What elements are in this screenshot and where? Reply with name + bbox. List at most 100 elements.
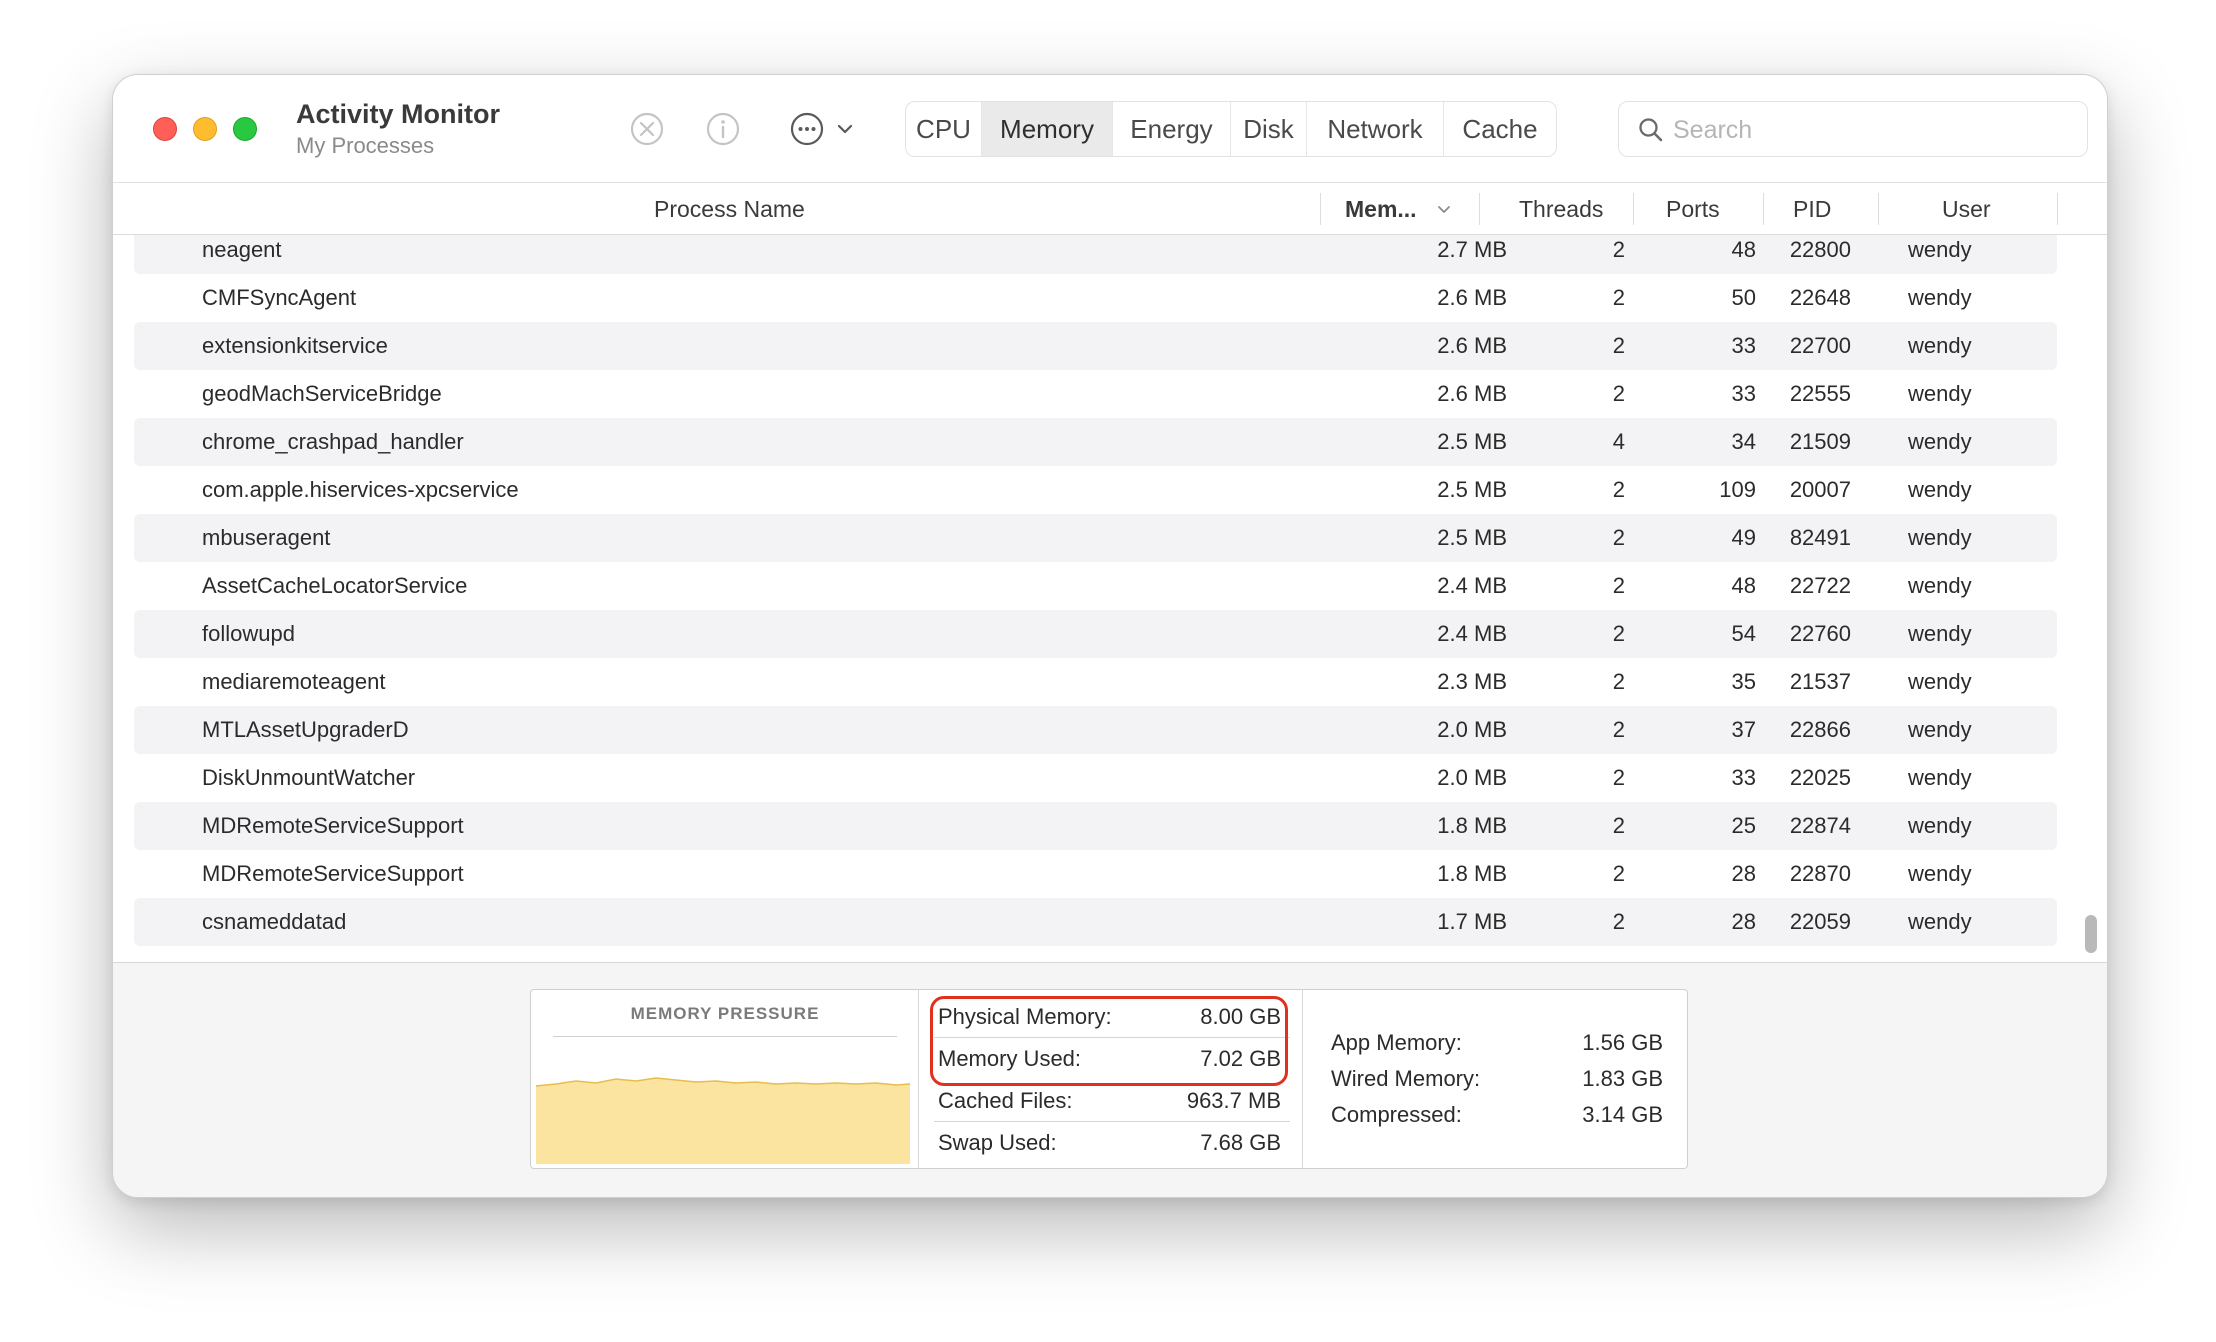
- user-cell: wendy: [1908, 525, 1972, 550]
- search-icon: [1639, 118, 1663, 142]
- memory-summary-footer: MEMORY PRESSURE Physical Memory: 8.00 GB…: [113, 962, 2107, 1197]
- threads-cell: 2: [1612, 813, 1625, 838]
- column-header-process-name[interactable]: Process Name: [654, 183, 805, 235]
- tab-network[interactable]: Network: [1307, 102, 1444, 156]
- memory-cell: 2.7 MB: [1437, 237, 1507, 262]
- ports-cell: 37: [1731, 717, 1756, 742]
- user-cell: wendy: [1908, 285, 1972, 310]
- ellipsis-circle-icon[interactable]: [787, 109, 827, 149]
- process-name-cell: neagent: [202, 237, 282, 262]
- table-row[interactable]: CMFSyncAgent 2.6 MB 2 50 22648 wendy: [134, 274, 2057, 322]
- column-header-pid[interactable]: PID: [1793, 183, 1831, 235]
- memory-cell: 2.6 MB: [1437, 381, 1507, 406]
- table-row[interactable]: neagent 2.7 MB 2 48 22800 wendy: [134, 235, 2057, 274]
- table-row[interactable]: com.apple.hiservices-xpcservice 2.5 MB 2…: [134, 466, 2057, 514]
- swap-used-label: Swap Used:: [938, 1130, 1057, 1155]
- table-row[interactable]: MDRemoteServiceSupport 1.8 MB 2 28 22870…: [134, 850, 2057, 898]
- column-divider[interactable]: [1763, 193, 1764, 225]
- threads-cell: 2: [1612, 765, 1625, 790]
- pid-cell: 22866: [1789, 717, 1851, 742]
- process-name-cell: MDRemoteServiceSupport: [202, 861, 464, 886]
- close-window-button[interactable]: [153, 117, 177, 141]
- app-subtitle[interactable]: My Processes: [296, 133, 434, 159]
- table-row[interactable]: geodMachServiceBridge 2.6 MB 2 33 22555 …: [134, 370, 2057, 418]
- table-row[interactable]: mbuseragent 2.5 MB 2 49 82491 wendy: [134, 514, 2057, 562]
- ports-cell: 48: [1731, 573, 1756, 598]
- memory-pressure-title: MEMORY PRESSURE: [630, 1004, 820, 1023]
- process-name-cell: geodMachServiceBridge: [202, 381, 442, 406]
- memory-cell: 1.8 MB: [1437, 813, 1507, 838]
- ports-cell: 35: [1731, 669, 1756, 694]
- column-header-memory[interactable]: Mem...: [1345, 183, 1417, 235]
- scrollbar-thumb[interactable]: [2085, 915, 2097, 953]
- tab-memory[interactable]: Memory: [982, 102, 1113, 156]
- x-circle-icon[interactable]: [627, 109, 667, 149]
- column-divider[interactable]: [1633, 193, 1634, 225]
- memory-pressure-graph: MEMORY PRESSURE: [531, 990, 919, 1168]
- table-row[interactable]: extensionkitservice 2.6 MB 2 33 22700 we…: [134, 322, 2057, 370]
- threads-cell: 2: [1612, 381, 1625, 406]
- tab-cache[interactable]: Cache: [1444, 102, 1556, 156]
- compressed-row: Compressed: 3.14 GB: [1303, 1096, 1687, 1132]
- pid-cell: 22700: [1789, 333, 1851, 358]
- column-divider[interactable]: [1320, 193, 1321, 225]
- chevron-down-icon[interactable]: [835, 119, 855, 139]
- table-row[interactable]: chrome_crashpad_handler 2.5 MB 4 34 2150…: [134, 418, 2057, 466]
- ports-cell: 33: [1731, 333, 1756, 358]
- table-row[interactable]: MDRemoteServiceSupport 1.8 MB 2 25 22874…: [134, 802, 2057, 850]
- divider: [553, 1036, 897, 1037]
- search-input[interactable]: [1673, 110, 2073, 150]
- pid-cell: 22648: [1789, 285, 1851, 310]
- user-cell: wendy: [1908, 765, 1972, 790]
- sort-descending-icon[interactable]: [1435, 201, 1453, 219]
- threads-cell: 2: [1612, 237, 1625, 262]
- tab-disk[interactable]: Disk: [1231, 102, 1307, 156]
- process-name-cell: MDRemoteServiceSupport: [202, 813, 464, 838]
- app-memory-row: App Memory: 1.56 GB: [1303, 1024, 1687, 1060]
- column-header-ports[interactable]: Ports: [1666, 183, 1720, 235]
- column-divider[interactable]: [1479, 193, 1480, 225]
- process-name-cell: com.apple.hiservices-xpcservice: [202, 477, 519, 502]
- memory-cell: 2.3 MB: [1437, 669, 1507, 694]
- app-memory-value: 1.56 GB: [1582, 1030, 1663, 1055]
- process-name-cell: followupd: [202, 621, 295, 646]
- table-row[interactable]: csnameddatad 1.7 MB 2 28 22059 wendy: [134, 898, 2057, 946]
- user-cell: wendy: [1908, 333, 1972, 358]
- pid-cell: 82491: [1789, 525, 1851, 550]
- threads-cell: 2: [1612, 477, 1625, 502]
- column-divider[interactable]: [2057, 193, 2058, 225]
- column-header-user[interactable]: User: [1942, 183, 1991, 235]
- column-divider[interactable]: [1878, 193, 1879, 225]
- ports-cell: 25: [1731, 813, 1756, 838]
- table-row[interactable]: AssetCacheLocatorService 2.4 MB 2 48 227…: [134, 562, 2057, 610]
- table-row[interactable]: followupd 2.4 MB 2 54 22760 wendy: [134, 610, 2057, 658]
- memory-breakdown-stats: App Memory: 1.56 GB Wired Memory: 1.83 G…: [1303, 990, 1687, 1168]
- user-cell: wendy: [1908, 813, 1972, 838]
- table-row[interactable]: DiskUnmountWatcher 2.0 MB 2 33 22025 wen…: [134, 754, 2057, 802]
- cached-files-label: Cached Files:: [938, 1088, 1073, 1113]
- memory-pressure-chart: [536, 1077, 910, 1164]
- user-cell: wendy: [1908, 237, 1972, 262]
- user-cell: wendy: [1908, 381, 1972, 406]
- memory-cell: 2.5 MB: [1437, 525, 1507, 550]
- table-row[interactable]: mediaremoteagent 2.3 MB 2 35 21537 wendy: [134, 658, 2057, 706]
- search-box: [1618, 101, 2088, 157]
- threads-cell: 2: [1612, 333, 1625, 358]
- table-row[interactable]: MTLAssetUpgraderD 2.0 MB 2 37 22866 wend…: [134, 706, 2057, 754]
- user-cell: wendy: [1908, 477, 1972, 502]
- zoom-window-button[interactable]: [233, 117, 257, 141]
- process-name-cell: chrome_crashpad_handler: [202, 429, 464, 454]
- category-tabs: CPU Memory Energy Disk Network Cache: [905, 101, 1557, 157]
- ports-cell: 50: [1731, 285, 1756, 310]
- highlight-annotation: [930, 996, 1288, 1086]
- minimize-window-button[interactable]: [193, 117, 217, 141]
- pid-cell: 21509: [1789, 429, 1851, 454]
- threads-cell: 2: [1612, 525, 1625, 550]
- user-cell: wendy: [1908, 621, 1972, 646]
- tab-cpu[interactable]: CPU: [906, 102, 982, 156]
- memory-cell: 2.0 MB: [1437, 765, 1507, 790]
- pid-cell: 20007: [1789, 477, 1851, 502]
- column-header-threads[interactable]: Threads: [1519, 183, 1603, 235]
- tab-energy[interactable]: Energy: [1113, 102, 1231, 156]
- info-circle-icon[interactable]: [703, 109, 743, 149]
